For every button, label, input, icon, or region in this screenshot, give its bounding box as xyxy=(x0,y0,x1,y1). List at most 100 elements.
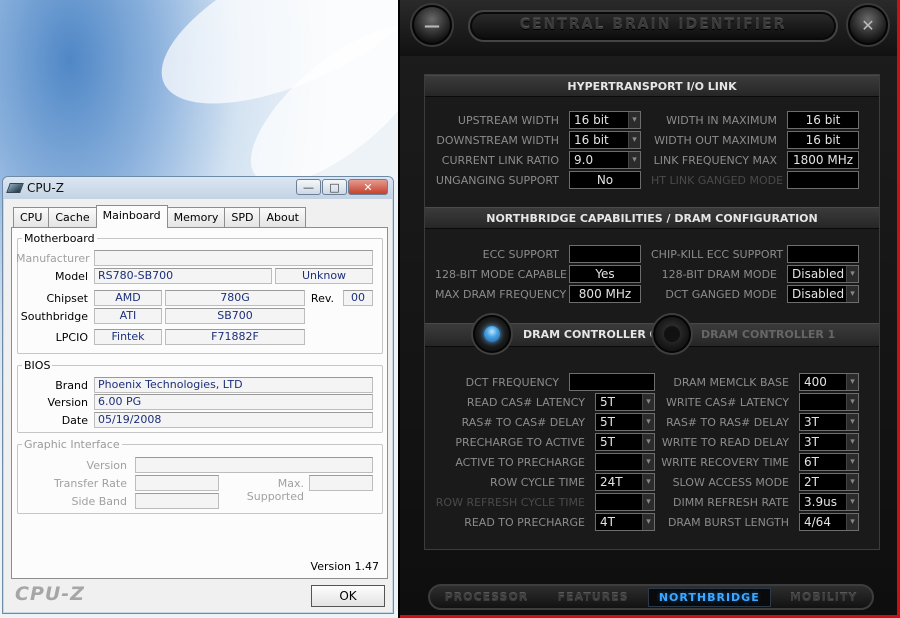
read-cas-value[interactable]: 5T xyxy=(595,393,655,411)
nb-section-header: NORTHBRIDGE CAPABILITIES / DRAM CONFIGUR… xyxy=(425,207,879,229)
manufacturer-label: Manufacturer xyxy=(16,252,90,265)
dct-ganged-mode-value[interactable]: Disabled xyxy=(787,285,859,303)
chipset-model-field: 780G xyxy=(165,290,305,306)
gi-version-field xyxy=(135,457,373,473)
southbridge-model-field: SB700 xyxy=(165,308,305,324)
cpuz-title: CPU-Z xyxy=(27,181,64,195)
row-cycle-value[interactable]: 24T xyxy=(595,473,655,491)
cpuz-version-text: Version 1.47 xyxy=(310,560,379,573)
row-refresh-label: ROW REFRESH CYCLE TIME xyxy=(435,496,585,509)
lpcio-label: LPCIO xyxy=(55,331,88,344)
128bit-capable-label: 128-BIT MODE CAPABLE xyxy=(435,268,567,281)
cbi-close-button[interactable]: ✕ xyxy=(848,5,888,45)
slow-access-label: SLOW ACCESS MODE xyxy=(672,476,789,489)
upstream-width-label: UPSTREAM WIDTH xyxy=(457,114,559,127)
chipset-label: Chipset xyxy=(46,292,88,305)
128bit-capable-value: Yes xyxy=(569,265,641,283)
gi-transfer-field xyxy=(135,475,219,491)
write-to-read-value[interactable]: 3T xyxy=(799,433,859,451)
tab-mainboard[interactable]: Mainboard xyxy=(95,205,168,228)
motherboard-legend: Motherboard xyxy=(24,232,95,245)
bios-brand-label: Brand xyxy=(55,379,88,392)
cbi-window: — CENTRAL BRAIN IDENTIFIER ✕ HYPERTRANSP… xyxy=(398,0,900,618)
max-dram-freq-label: MAX DRAM FREQUENCY xyxy=(435,288,567,301)
bios-legend: BIOS xyxy=(24,359,51,372)
row-cycle-label: ROW CYCLE TIME xyxy=(490,476,585,489)
nav-features[interactable]: FEATURES xyxy=(548,589,639,606)
write-cas-value[interactable] xyxy=(799,393,859,411)
burst-length-value[interactable]: 4/64 xyxy=(799,513,859,531)
unganging-support-label: UNGANGING SUPPORT xyxy=(435,174,559,187)
nav-northbridge[interactable]: NORTHBRIDGE xyxy=(647,587,771,607)
cpuz-titlebar[interactable]: CPU-Z — □ ✕ xyxy=(3,177,393,199)
gi-max-field xyxy=(309,475,373,491)
cbi-header[interactable]: — CENTRAL BRAIN IDENTIFIER ✕ xyxy=(400,0,900,56)
cbi-minimize-button[interactable]: — xyxy=(412,5,452,45)
minimize-button[interactable]: — xyxy=(296,179,321,195)
active-to-precharge-label: ACTIVE TO PRECHARGE xyxy=(455,456,585,469)
southbridge-vendor-field: ATI xyxy=(94,308,162,324)
max-dram-freq-value: 800 MHz xyxy=(569,285,641,303)
lpcio-model-field: F71882F xyxy=(165,329,305,345)
dct-frequency-value xyxy=(569,373,655,391)
dct-ganged-mode-label: DCT GANGED MODE xyxy=(665,288,777,301)
maximize-button[interactable]: □ xyxy=(322,179,347,195)
chip-kill-label: CHIP-KILL ECC SUPPORT xyxy=(651,248,784,261)
dram-memclk-value[interactable]: 400 xyxy=(799,373,859,391)
close-button[interactable]: ✕ xyxy=(348,179,388,195)
write-cas-label: WRITE CAS# LATENCY xyxy=(666,396,789,409)
precharge-to-active-value[interactable]: 5T xyxy=(595,433,655,451)
dram-controller-1-radio[interactable] xyxy=(653,315,691,353)
chip-kill-value xyxy=(787,245,859,263)
ht-ganged-mode-label: HT LINK GANGED MODE xyxy=(651,174,784,187)
tab-cpu[interactable]: CPU xyxy=(13,207,50,227)
dram-controller-0-label[interactable]: DRAM CONTROLLER 0 xyxy=(523,324,657,346)
rev-field: 00 xyxy=(343,290,373,306)
link-freq-max-value: 1800 MHz xyxy=(787,151,859,169)
gi-sideband-field xyxy=(135,493,219,509)
dimm-refresh-value[interactable]: 3.9us xyxy=(799,493,859,511)
active-to-precharge-value[interactable] xyxy=(595,453,655,471)
row-refresh-value[interactable] xyxy=(595,493,655,511)
tab-memory[interactable]: Memory xyxy=(166,207,226,227)
burst-length-label: DRAM BURST LENGTH xyxy=(667,516,789,529)
read-cas-label: READ CAS# LATENCY xyxy=(466,396,585,409)
ras-to-cas-label: RAS# TO CAS# DELAY xyxy=(461,416,585,429)
nav-processor[interactable]: PROCESSOR xyxy=(435,589,539,606)
width-in-max-value: 16 bit xyxy=(787,111,859,129)
current-link-ratio-value[interactable]: 9.0 xyxy=(569,151,641,169)
upstream-width-value[interactable]: 16 bit xyxy=(569,111,641,129)
ras-to-cas-value[interactable]: 5T xyxy=(595,413,655,431)
model-field: RS780-SB700 xyxy=(94,268,272,284)
tab-about[interactable]: About xyxy=(259,207,306,227)
read-to-precharge-value[interactable]: 4T xyxy=(595,513,655,531)
chipset-vendor-field: AMD xyxy=(94,290,162,306)
width-in-max-label: WIDTH IN MAXIMUM xyxy=(666,114,777,127)
cpuz-app-icon xyxy=(6,183,24,193)
ht-section-header: HYPERTRANSPORT I/O LINK xyxy=(425,75,879,97)
tab-spd[interactable]: SPD xyxy=(224,207,261,227)
ras-to-ras-value[interactable]: 3T xyxy=(799,413,859,431)
cbi-title: CENTRAL BRAIN IDENTIFIER xyxy=(468,10,838,42)
graphic-interface-legend: Graphic Interface xyxy=(24,438,120,451)
128bit-dram-mode-value[interactable]: Disabled xyxy=(787,265,859,283)
dram-controller-1-label[interactable]: DRAM CONTROLLER 1 xyxy=(701,324,835,346)
rev-label: Rev. xyxy=(310,292,334,305)
ok-button[interactable]: OK xyxy=(311,585,385,607)
downstream-width-value[interactable]: 16 bit xyxy=(569,131,641,149)
width-out-max-label: WIDTH OUT MAXIMUM xyxy=(654,134,777,147)
model-revision-field: Unknow xyxy=(275,268,373,284)
gi-sideband-label: Side Band xyxy=(71,495,127,508)
cbi-nav-bar: PROCESSOR FEATURES NORTHBRIDGE MOBILITY xyxy=(428,584,874,610)
dram-controller-0-radio[interactable] xyxy=(473,315,511,353)
tab-cache[interactable]: Cache xyxy=(48,207,97,227)
ecc-support-value xyxy=(569,245,641,263)
nav-mobility[interactable]: MOBILITY xyxy=(780,589,867,606)
southbridge-label: Southbridge xyxy=(20,310,88,323)
bios-version-label: Version xyxy=(47,396,88,409)
write-recovery-value[interactable]: 6T xyxy=(799,453,859,471)
current-link-ratio-label: CURRENT LINK RATIO xyxy=(441,154,559,167)
ecc-support-label: ECC SUPPORT xyxy=(482,248,559,261)
slow-access-value[interactable]: 2T xyxy=(799,473,859,491)
cpuz-logo: CPU-Z xyxy=(15,583,85,605)
